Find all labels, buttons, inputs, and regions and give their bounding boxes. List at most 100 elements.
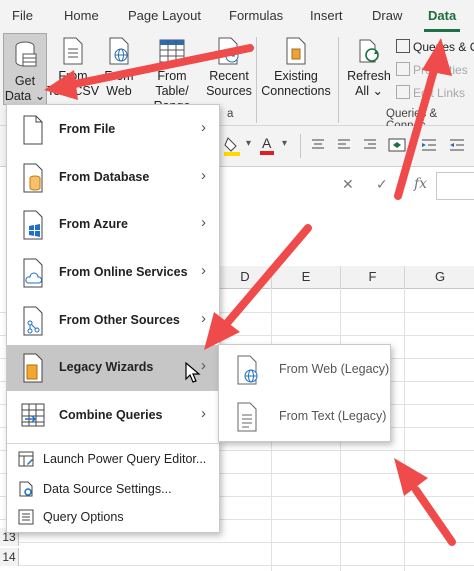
- gridline: [0, 542, 474, 543]
- from-table-range-button[interactable]: From Table/ Range: [140, 37, 204, 114]
- ribbon-tab-bar: File Home Page Layout Formulas Insert Dr…: [0, 0, 474, 33]
- menu-item-query-options[interactable]: Query Options: [7, 504, 219, 530]
- menu-item-combine-queries[interactable]: Combine Queries ›: [7, 393, 219, 439]
- get-data-label-1: Get: [14, 74, 36, 88]
- menu-separator: [7, 443, 219, 444]
- column-header-g[interactable]: G: [404, 266, 474, 289]
- column-header-e[interactable]: E: [271, 266, 340, 289]
- recent-sources-label-2: Sources: [206, 84, 252, 98]
- existing-connections-button[interactable]: Existing Connections: [260, 37, 332, 99]
- cancel-icon[interactable]: ✕: [342, 176, 354, 193]
- chevron-right-icon: ›: [201, 167, 206, 184]
- menu-item-label: Launch Power Query Editor...: [43, 452, 207, 466]
- font-color-icon[interactable]: A: [260, 135, 276, 155]
- menu-item-label: From Online Services: [59, 265, 188, 279]
- formula-input[interactable]: [436, 172, 474, 200]
- menu-item-label: From File: [59, 122, 116, 136]
- from-table-range-label-1: From Table/: [155, 69, 189, 98]
- align-center-icon[interactable]: [310, 138, 326, 152]
- edit-links-icon: [396, 85, 410, 99]
- menu-item-from-database[interactable]: From Database ›: [7, 155, 219, 201]
- menu-item-from-other-sources[interactable]: From Other Sources ›: [7, 298, 219, 344]
- existing-connections-label-2: Connections: [261, 84, 331, 98]
- power-query-editor-icon: [18, 451, 34, 467]
- data-source-settings-icon: [19, 481, 33, 497]
- legacy-wizards-icon: [23, 353, 43, 383]
- existing-connections-icon: [286, 37, 306, 65]
- tab-file[interactable]: File: [12, 8, 33, 23]
- align-right-icon[interactable]: [362, 138, 378, 152]
- recent-sources-icon: [218, 37, 239, 65]
- insert-function-icon[interactable]: fx: [414, 176, 427, 192]
- indent-icon[interactable]: [420, 137, 438, 153]
- get-transform-group-label: a: [227, 108, 234, 120]
- menu-item-label: Combine Queries: [59, 408, 163, 422]
- outdent-icon[interactable]: [448, 137, 466, 153]
- align-left-icon[interactable]: [336, 138, 352, 152]
- from-web-label-2: Web: [106, 84, 132, 98]
- file-icon: [23, 115, 43, 145]
- database-table-icon: [15, 41, 37, 67]
- get-data-button[interactable]: Get Data ⌄: [3, 33, 47, 105]
- menu-item-launch-power-query-editor[interactable]: Launch Power Query Editor...: [7, 446, 219, 472]
- submenu-item-from-web-legacy[interactable]: From Web (Legacy): [219, 346, 390, 392]
- ribbon-separator: [338, 37, 339, 123]
- menu-item-from-file[interactable]: From File ›: [7, 107, 219, 153]
- fill-color-dropdown-icon[interactable]: ▾: [246, 138, 251, 149]
- from-web-label-1: From: [104, 69, 134, 83]
- chevron-right-icon: ›: [201, 214, 206, 231]
- tab-page-layout[interactable]: Page Layout: [128, 8, 201, 23]
- properties-button[interactable]: Properties: [396, 62, 468, 77]
- menu-item-from-azure[interactable]: From Azure ›: [7, 202, 219, 248]
- row-header-14[interactable]: 14: [0, 548, 19, 566]
- svg-text:A: A: [262, 135, 272, 151]
- from-text-csv-label-1: From: [58, 69, 88, 83]
- from-text-csv-button[interactable]: From Text/CSV: [46, 37, 100, 99]
- font-color-dropdown-icon[interactable]: ▾: [282, 138, 287, 149]
- get-data-label-2: Data ⌄: [4, 89, 46, 103]
- cloud-icon: [23, 258, 43, 288]
- submenu-item-from-text-legacy[interactable]: From Text (Legacy): [219, 393, 390, 439]
- gridline: [404, 288, 405, 571]
- fill-color-icon[interactable]: [224, 136, 242, 156]
- edit-links-button[interactable]: Edit Links: [396, 85, 465, 100]
- legacy-wizards-submenu: From Web (Legacy) From Text (Legacy): [218, 344, 391, 442]
- refresh-icon: [359, 39, 379, 63]
- chevron-right-icon: ›: [201, 119, 206, 136]
- tab-formulas[interactable]: Formulas: [229, 8, 283, 23]
- menu-item-label: From Azure: [59, 217, 128, 231]
- chevron-right-icon: ›: [201, 357, 206, 374]
- query-options-icon: [18, 509, 34, 525]
- ribbon-separator: [256, 37, 257, 123]
- refresh-all-label-2: All ⌄: [355, 84, 383, 98]
- tab-insert[interactable]: Insert: [310, 8, 343, 23]
- from-web-button[interactable]: From Web: [100, 37, 138, 99]
- column-header-f[interactable]: F: [340, 266, 404, 289]
- menu-item-from-online-services[interactable]: From Online Services ›: [7, 250, 219, 296]
- tab-data[interactable]: Data: [428, 8, 456, 23]
- edit-links-label: Edit Links: [413, 86, 466, 100]
- recent-sources-button[interactable]: Recent Sources: [206, 37, 252, 99]
- column-header-d[interactable]: D: [218, 266, 271, 289]
- combine-queries-icon: [21, 403, 45, 427]
- other-sources-icon: [23, 306, 43, 336]
- confirm-icon[interactable]: ✓: [376, 176, 388, 193]
- refresh-all-button[interactable]: Refresh All ⌄: [344, 37, 394, 99]
- gridline: [0, 565, 474, 566]
- tab-home[interactable]: Home: [64, 8, 99, 23]
- queries-connections-button[interactable]: Queries & C: [396, 39, 474, 54]
- azure-icon: [23, 210, 43, 240]
- tab-draw[interactable]: Draw: [372, 8, 402, 23]
- merge-center-icon[interactable]: [388, 137, 406, 153]
- menu-item-label: From Database: [59, 170, 150, 184]
- table-icon: [159, 39, 185, 63]
- active-tab-underline: [424, 29, 460, 32]
- mouse-pointer-icon: [185, 362, 201, 383]
- menu-item-data-source-settings[interactable]: Data Source Settings...: [7, 476, 219, 502]
- properties-icon: [396, 62, 410, 76]
- menu-item-label: From Other Sources: [59, 313, 180, 327]
- refresh-all-label-1: Refresh: [347, 69, 391, 83]
- recent-sources-label-1: Recent: [209, 69, 249, 83]
- queries-connections-label: Queries & C: [413, 40, 474, 54]
- submenu-item-label: From Text (Legacy): [279, 409, 387, 423]
